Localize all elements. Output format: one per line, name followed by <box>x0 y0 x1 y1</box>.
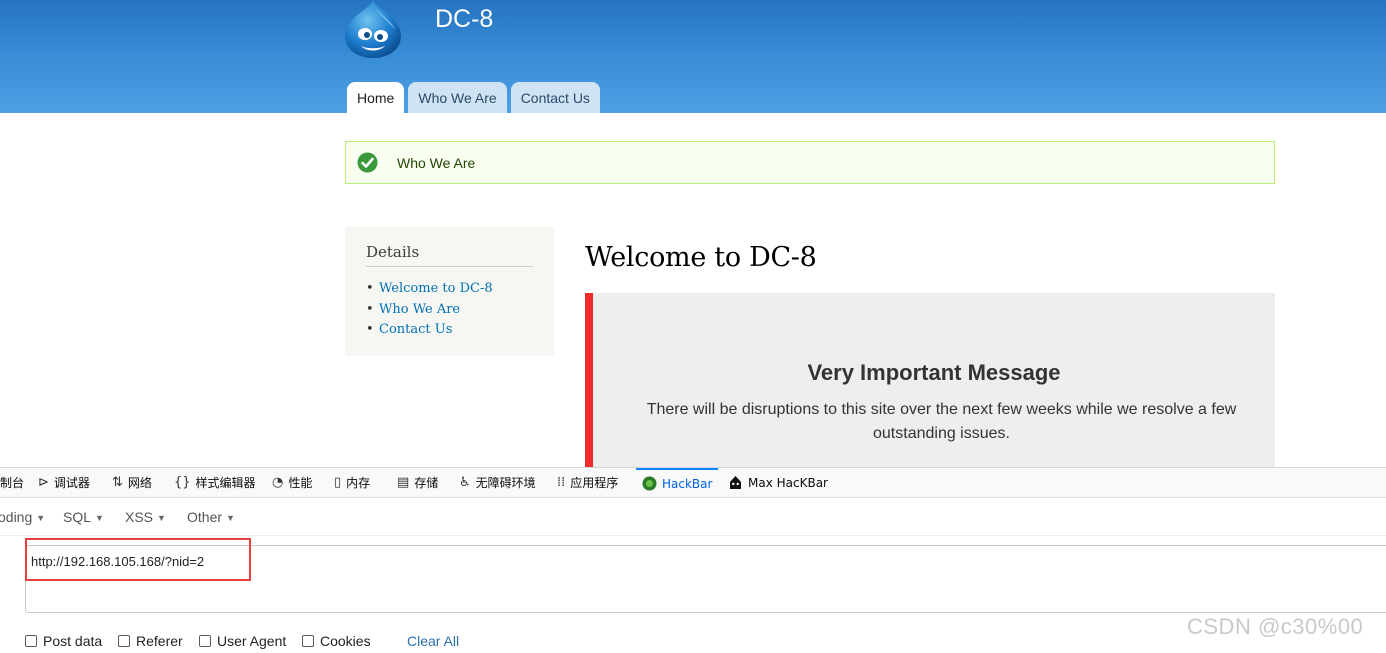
important-notice: Very Important Message There will be dis… <box>585 293 1275 467</box>
menu-xss[interactable]: XSS ▼ <box>125 509 166 525</box>
option-label: Referer <box>136 633 183 649</box>
cookies-checkbox[interactable]: Cookies <box>302 633 371 649</box>
site-header: DC-8 Home Who We Are Contact Us <box>0 0 1386 113</box>
tab-label: 性能 <box>288 476 313 490</box>
option-label: Cookies <box>320 633 371 649</box>
option-label: Post data <box>43 633 103 649</box>
user-agent-checkbox[interactable]: User Agent <box>199 633 286 649</box>
status-message: Who We Are <box>345 141 1275 184</box>
max-hackbar-icon <box>730 476 741 489</box>
tab-home[interactable]: Home <box>347 82 405 113</box>
checkbox-box <box>25 635 37 647</box>
sidebar-item: • Welcome to DC-8 <box>366 279 493 300</box>
notice-title: Very Important Message <box>807 360 1061 385</box>
tab-contact-us[interactable]: Contact Us <box>510 82 600 113</box>
checkbox-box <box>199 635 211 647</box>
tab-label: 存储 <box>414 476 439 490</box>
caret-down-icon: ▼ <box>95 513 104 523</box>
menu-label: SQL <box>63 509 92 525</box>
tab-label: 样式编辑器 <box>195 476 256 490</box>
caret-down-icon: ▼ <box>157 513 166 523</box>
caret-down-icon: ▼ <box>36 513 46 523</box>
referer-checkbox[interactable]: Referer <box>118 633 183 649</box>
tab-hackbar[interactable]: HackBar <box>636 468 719 497</box>
application-icon: ⁞⁞ <box>557 475 566 490</box>
tab-label: 网络 <box>127 476 152 490</box>
caret-down-icon: ▼ <box>226 513 235 523</box>
sidebar-item: • Who We Are <box>366 300 493 321</box>
devtools-panel: 制台 ⊳ 调试器 ⇅ 网络 {} 样式编辑器 ◔ 性能 ▯ 内存 ▤ 存储 ♿ … <box>0 467 1386 652</box>
checkbox-box <box>118 635 130 647</box>
bullet-icon: • <box>366 281 374 296</box>
debugger-icon: ⊳ <box>38 475 49 490</box>
performance-icon: ◔ <box>272 475 284 490</box>
sidebar-link-who-we-are[interactable]: Who We Are <box>379 302 460 317</box>
tab-label: 制台 <box>0 476 25 490</box>
primary-nav: Home Who We Are Contact Us <box>347 82 600 113</box>
menu-encoding[interactable]: oding ▼ <box>0 509 45 525</box>
sidebar-item: • Contact Us <box>366 320 493 341</box>
tab-who-we-are[interactable]: Who We Are <box>408 82 507 113</box>
menu-label: XSS <box>125 509 154 525</box>
sidebar-link-welcome[interactable]: Welcome to DC-8 <box>379 281 493 296</box>
url-value: http://192.168.105.168/?nid=2 <box>31 554 205 569</box>
site-name[interactable]: DC-8 <box>435 5 493 34</box>
watermark: CSDN @c30%00 <box>1187 614 1364 639</box>
memory-icon: ▯ <box>334 475 342 490</box>
tab-application[interactable]: ⁞⁞ 应用程序 <box>557 468 618 497</box>
page-title: Welcome to DC-8 <box>585 242 817 273</box>
devtools-toolbar: 制台 ⊳ 调试器 ⇅ 网络 {} 样式编辑器 ◔ 性能 ▯ 内存 ▤ 存储 ♿ … <box>0 468 1386 498</box>
option-label: User Agent <box>217 633 287 649</box>
menu-label: oding <box>0 509 33 525</box>
sidebar-title: Details <box>366 243 533 267</box>
sidebar-menu: • Welcome to DC-8 • Who We Are • Contact Us <box>366 279 493 341</box>
sidebar-details: Details • Welcome to DC-8 • Who We Are • Co… <box>345 227 554 356</box>
tab-label: 无障碍环境 <box>475 476 536 490</box>
network-icon: ⇅ <box>112 475 123 490</box>
tab-console[interactable]: 制台 <box>0 468 24 497</box>
status-text: Who We Are <box>397 155 476 171</box>
tab-label: HackBar <box>662 476 713 491</box>
tab-storage[interactable]: ▤ 存储 <box>397 468 438 497</box>
checkbox-box <box>302 635 314 647</box>
notice-body: There will be disruptions to this site o… <box>646 401 1237 442</box>
storage-icon: ▤ <box>397 475 410 490</box>
url-input[interactable]: http://192.168.105.168/?nid=2 <box>25 545 1386 613</box>
tab-performance[interactable]: ◔ 性能 <box>272 468 312 497</box>
sidebar-link-contact-us[interactable]: Contact Us <box>379 322 452 337</box>
tab-accessibility[interactable]: ♿ 无障碍环境 <box>459 468 536 497</box>
tab-max-hackbar[interactable]: Max HacKBar <box>728 468 828 497</box>
bullet-icon: • <box>366 301 374 317</box>
tab-label: 应用程序 <box>570 476 619 490</box>
menu-sql[interactable]: SQL ▼ <box>63 509 104 525</box>
menu-other[interactable]: Other ▼ <box>187 509 235 525</box>
style-editor-icon: {} <box>174 475 191 490</box>
bullet-icon: • <box>366 322 374 337</box>
tab-label: Max HacKBar <box>748 475 828 490</box>
tab-label: 调试器 <box>53 476 90 490</box>
tab-label: 内存 <box>346 476 371 490</box>
post-data-checkbox[interactable]: Post data <box>25 633 102 649</box>
tab-memory[interactable]: ▯ 内存 <box>334 468 370 497</box>
tab-style-editor[interactable]: {} 样式编辑器 <box>174 468 256 497</box>
tab-network[interactable]: ⇅ 网络 <box>112 468 152 497</box>
menu-label: Other <box>187 509 223 525</box>
tab-debugger[interactable]: ⊳ 调试器 <box>38 468 90 497</box>
hackbar-icon <box>642 476 657 491</box>
clear-all-link[interactable]: Clear All <box>407 633 459 649</box>
accessibility-icon: ♿ <box>459 475 471 490</box>
check-circle-icon <box>357 152 378 173</box>
hackbar-menu: oding ▼ SQL ▼ XSS ▼ Other ▼ <box>0 498 1386 536</box>
drupal-logo-icon[interactable] <box>343 0 403 58</box>
